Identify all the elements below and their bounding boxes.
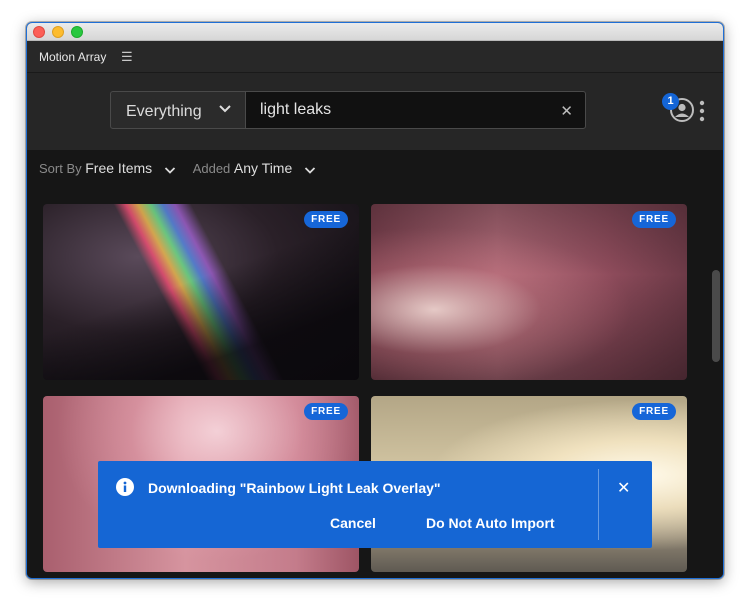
hamburger-icon[interactable]: ☰ — [121, 49, 133, 65]
chevron-down-icon[interactable] — [164, 164, 176, 176]
sort-by-dropdown[interactable]: Free Items — [85, 160, 152, 176]
do-not-auto-import-button[interactable]: Do Not Auto Import — [426, 515, 555, 531]
window-titlebar — [27, 23, 723, 41]
chevron-down-icon — [219, 105, 231, 113]
panel-tab-bar: Motion Array ☰ — [27, 41, 723, 73]
window-minimize-button[interactable] — [52, 26, 64, 38]
notification-message: Downloading "Rainbow Light Leak Overlay" — [148, 480, 441, 496]
download-notification: Downloading "Rainbow Light Leak Overlay"… — [98, 461, 652, 548]
free-badge: FREE — [632, 403, 676, 420]
info-icon — [116, 478, 134, 496]
search-field[interactable]: ✕ — [245, 91, 586, 129]
added-label: Added — [192, 161, 231, 176]
category-dropdown-value: Everything — [126, 103, 202, 120]
scrollbar[interactable] — [712, 270, 720, 362]
search-header: Everything ✕ 1 — [27, 73, 723, 150]
cancel-button[interactable]: Cancel — [330, 515, 376, 531]
category-dropdown[interactable]: Everything — [110, 91, 246, 129]
free-badge: FREE — [304, 403, 348, 420]
free-badge: FREE — [632, 211, 676, 228]
free-badge: FREE — [304, 211, 348, 228]
window-close-button[interactable] — [33, 26, 45, 38]
search-input[interactable] — [260, 100, 550, 120]
added-dropdown[interactable]: Any Time — [234, 160, 292, 176]
close-icon[interactable]: ✕ — [560, 102, 573, 120]
window-maximize-button[interactable] — [71, 26, 83, 38]
chevron-down-icon[interactable] — [304, 164, 316, 176]
result-card[interactable]: FREE — [43, 204, 359, 380]
notification-badge: 1 — [662, 93, 679, 110]
result-card[interactable]: FREE — [371, 204, 687, 380]
divider — [598, 469, 599, 540]
sort-bar: Sort By Free Items Added Any Time — [39, 160, 330, 176]
more-options-icon[interactable] — [699, 100, 705, 122]
sort-by-label: Sort By — [39, 161, 82, 176]
close-icon[interactable]: ✕ — [617, 478, 630, 498]
panel-title: Motion Array — [39, 50, 107, 64]
